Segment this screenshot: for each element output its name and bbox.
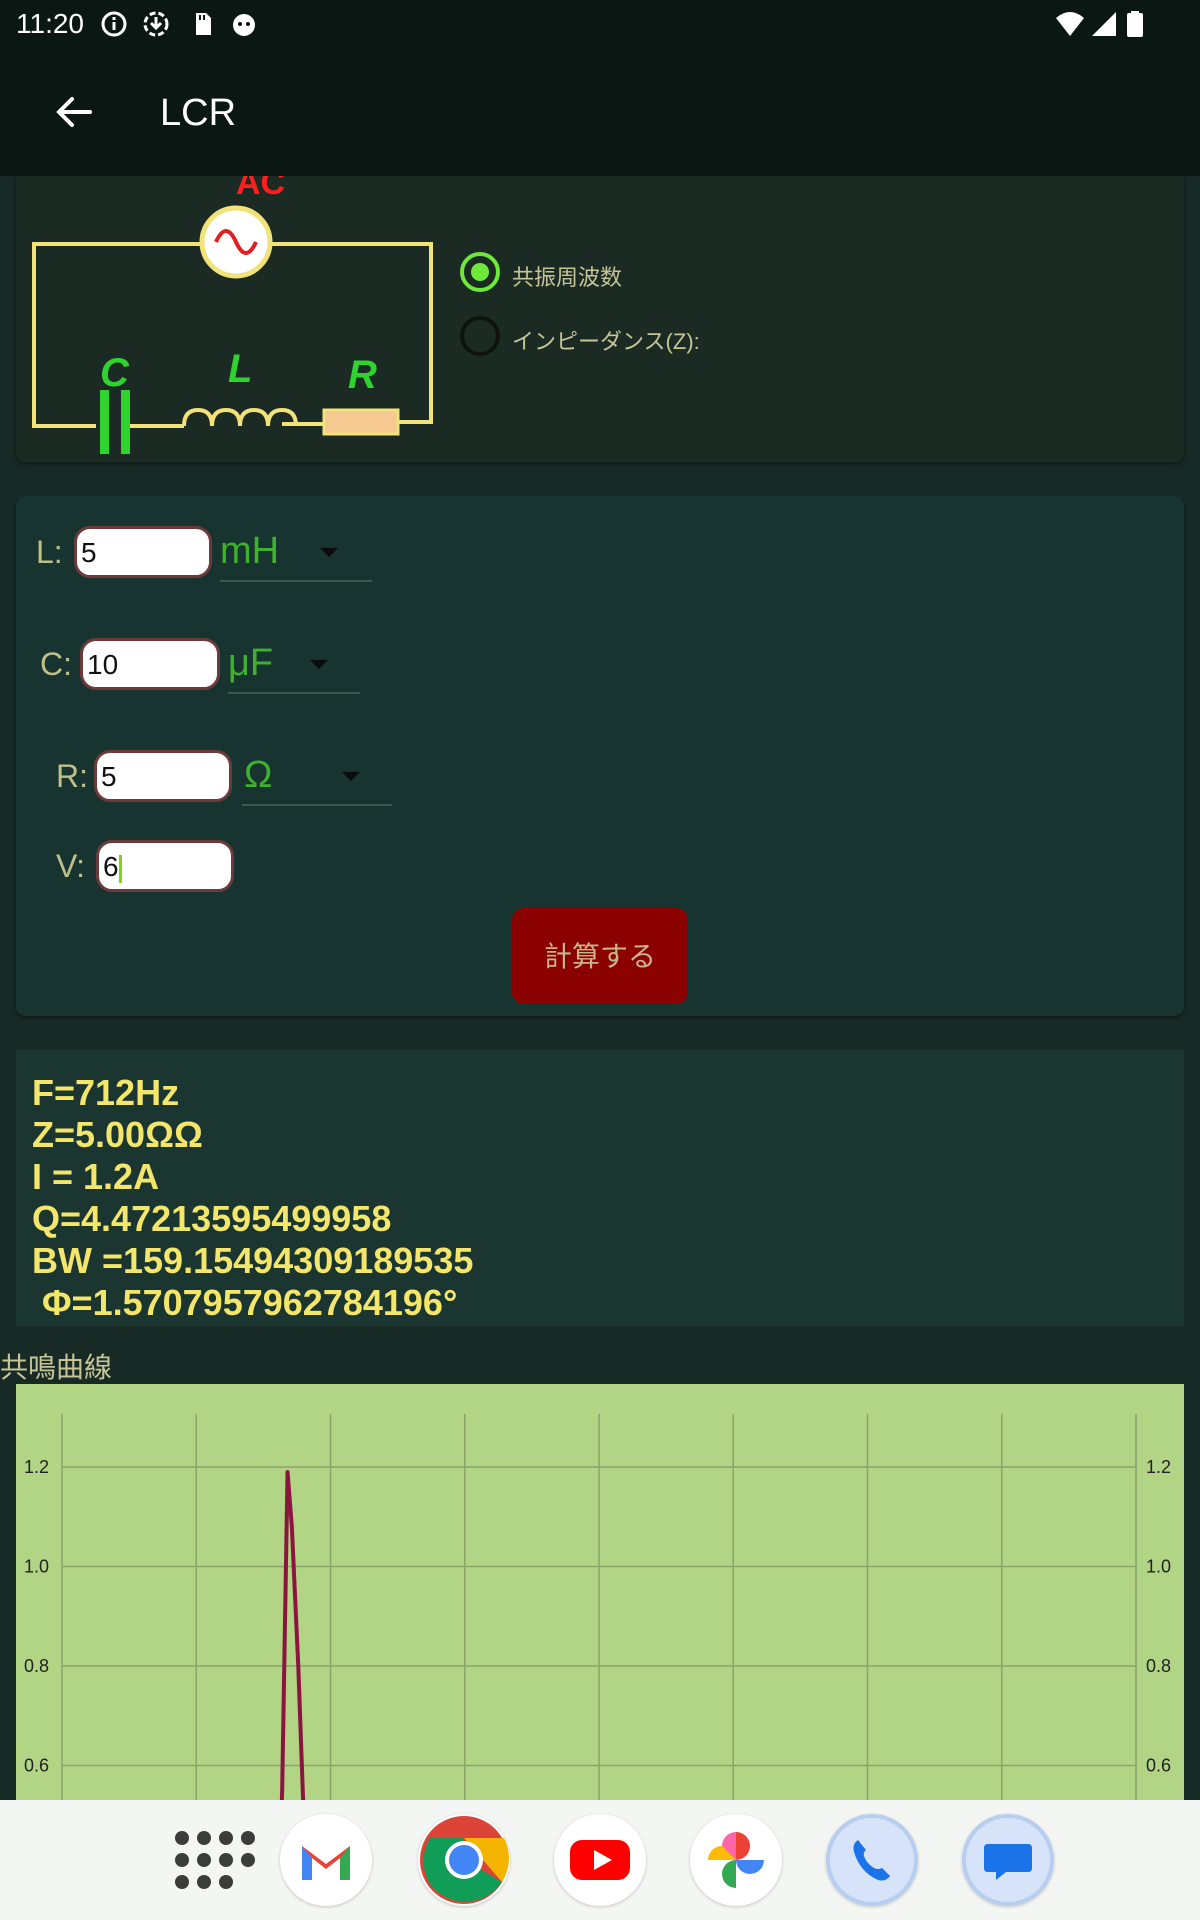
photos-icon[interactable]: [690, 1814, 782, 1906]
radio-impedance-label[interactable]: インピーダンス(Z):: [512, 324, 700, 356]
wifi-icon: [1056, 12, 1084, 36]
radio-resonance-label[interactable]: 共振周波数: [512, 260, 622, 292]
lcr-circuit-diagram: C L R: [32, 205, 433, 454]
voltage-input[interactable]: 6: [96, 840, 234, 892]
y-tick-label-left: 1.2: [24, 1457, 49, 1477]
v-field-label: V:: [56, 848, 86, 884]
phone-icon[interactable]: [826, 1814, 918, 1906]
info-icon: [101, 11, 127, 37]
inductance-input[interactable]: 5: [74, 526, 212, 578]
y-tick-label-right: 0.6: [1146, 1756, 1171, 1776]
input-card: L: 5 mH C: 10 μF R: 5 Ω V: 6 計算する: [16, 496, 1184, 1016]
y-tick-label-right: 0.8: [1146, 1656, 1171, 1676]
y-tick-label-left: 1.0: [24, 1557, 49, 1577]
chevron-down-icon[interactable]: [342, 772, 360, 781]
page-title: LCR: [160, 92, 237, 134]
chrome-icon[interactable]: [418, 1814, 510, 1906]
inductance-unit-select[interactable]: mH: [220, 530, 279, 573]
resistance-unit-select[interactable]: Ω: [244, 754, 272, 797]
app-grid-icon[interactable]: [170, 1830, 266, 1890]
inductance-unit-underline: [220, 580, 372, 582]
results-panel: F=712Hz Z=5.00ΩΩ I = 1.2A Q=4.4721359549…: [16, 1050, 1184, 1326]
chevron-down-icon[interactable]: [310, 660, 328, 669]
radio-impedance[interactable]: [460, 316, 500, 356]
app-bar: LCR: [0, 50, 1200, 176]
battery-icon: [1127, 11, 1143, 37]
resistor-icon: [322, 408, 400, 436]
c-label: C: [100, 351, 130, 395]
messages-icon[interactable]: [962, 1814, 1054, 1906]
sd-card-icon: [196, 13, 211, 35]
r-field-label: R:: [56, 758, 88, 794]
y-tick-label-left: 0.6: [24, 1756, 49, 1776]
r-label: R: [348, 353, 377, 397]
l-label: L: [228, 347, 252, 391]
capacitance-unit-select[interactable]: μF: [228, 642, 273, 685]
result-frequency: F=712Hz: [32, 1072, 180, 1113]
capacitor-icon: [100, 390, 109, 454]
result-bandwidth: BW =159.15494309189535: [32, 1240, 474, 1281]
status-bar: 11:20: [0, 0, 1200, 50]
chevron-down-icon[interactable]: [320, 548, 338, 557]
capacitance-input[interactable]: 10: [80, 638, 220, 690]
graph-title: 共鳴曲線: [0, 1352, 113, 1383]
radio-resonance[interactable]: [460, 252, 500, 292]
calculate-button[interactable]: 計算する: [512, 908, 688, 1004]
app-notification-icon: [233, 14, 255, 36]
voltage-value: 6: [103, 851, 119, 882]
gmail-icon[interactable]: [280, 1814, 372, 1906]
y-tick-label-right: 1.2: [1146, 1457, 1171, 1477]
download-icon: [143, 11, 169, 37]
app-dock: [0, 1800, 1200, 1920]
back-arrow-icon[interactable]: [50, 88, 98, 136]
resonance-chart-svg: 1.2 1.2 1.0 1.0 0.8 0.8 0.6 0.6: [24, 1414, 1171, 1920]
result-q-factor: Q=4.47213595499958: [32, 1198, 392, 1239]
capacitance-unit-underline: [228, 692, 360, 694]
resonance-chart: 1.2 1.2 1.0 1.0 0.8 0.8 0.6 0.6: [16, 1384, 1184, 1920]
signal-icon: [1092, 12, 1116, 36]
circuit-card: AC C L R 共振周波数 インピーダンス(Z):: [16, 176, 1184, 462]
l-field-label: L:: [36, 534, 63, 570]
text-cursor: [118, 854, 122, 883]
result-impedance: Z=5.00ΩΩ: [32, 1114, 203, 1155]
resonance-curve: [276, 1469, 310, 1920]
c-field-label: C:: [40, 646, 72, 682]
status-time: 11:20: [16, 8, 84, 39]
y-tick-label-left: 0.8: [24, 1656, 49, 1676]
resistance-unit-underline: [242, 804, 392, 806]
y-tick-label-right: 1.0: [1146, 1557, 1171, 1577]
inductor-icon: [182, 407, 298, 427]
result-phase: Φ=1.5707957962784196°: [32, 1282, 458, 1323]
resistance-input[interactable]: 5: [94, 750, 232, 802]
result-current: I = 1.2A: [32, 1156, 160, 1197]
youtube-icon[interactable]: [554, 1814, 646, 1906]
